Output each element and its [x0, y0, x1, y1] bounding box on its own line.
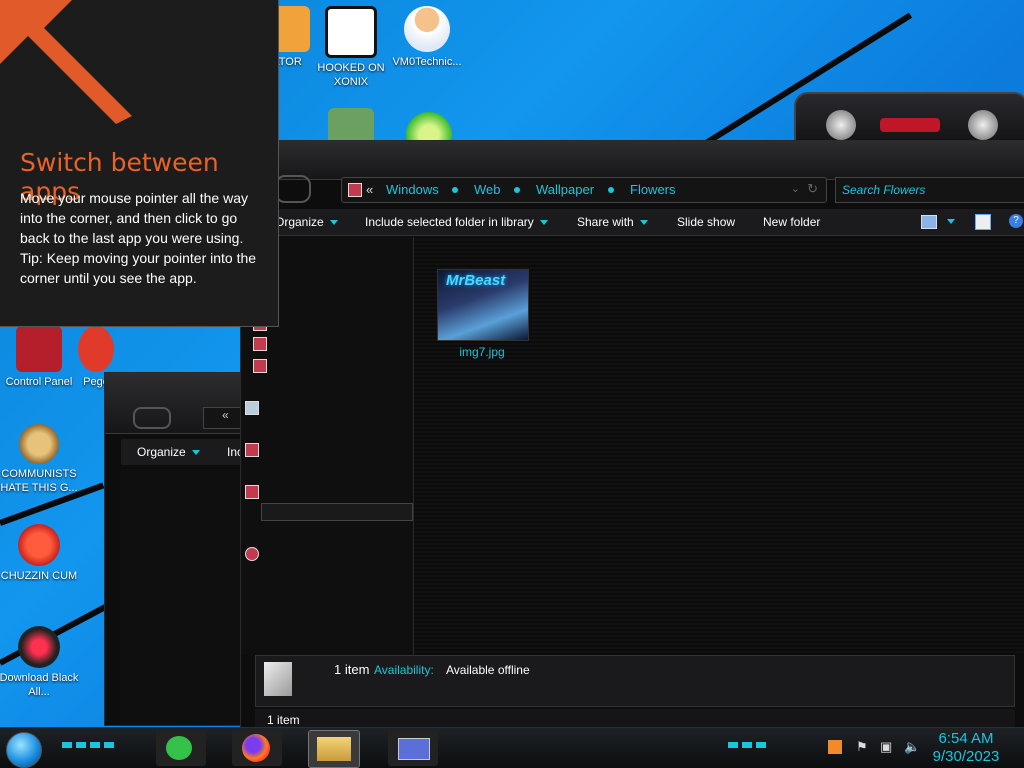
date: 9/30/2023: [932, 748, 1000, 765]
file-thumbnail[interactable]: MrBeast: [437, 269, 529, 341]
breadcrumb-windows[interactable]: Windows: [386, 182, 439, 197]
desktop-icon-communists[interactable]: COMMUNISTS HATE THIS G...: [0, 424, 82, 495]
file-type-icon: [264, 662, 292, 696]
command-bar: Organize Include selected folder in libr…: [241, 209, 1024, 236]
taskbar: ⚑ ▣ 🔈 6:54 AM 9/30/2023: [0, 727, 1024, 768]
organize-button[interactable]: Organize: [137, 445, 200, 459]
control-panel-icon: [16, 326, 62, 372]
desktop-icon-chuzzin[interactable]: CHUZZIN CUM: [0, 524, 82, 583]
taskbar-app-window[interactable]: [388, 730, 438, 766]
alien-icon: [18, 626, 60, 668]
switch-apps-tip: Switch between apps Move your mouse poin…: [0, 0, 279, 327]
game-icon: [325, 6, 377, 58]
network-icon[interactable]: [245, 547, 259, 561]
doctor-icon: [404, 6, 450, 52]
preview-pane-icon[interactable]: [975, 214, 991, 230]
parrot-icon: [78, 326, 114, 372]
explorer-window-back[interactable]: « Organize Inc: [104, 372, 265, 726]
nav-item-icon[interactable]: [253, 359, 267, 373]
homegroup-icon[interactable]: [245, 401, 259, 415]
title-bar[interactable]: [241, 141, 1024, 180]
taskbar-deco: [728, 742, 770, 748]
desktop-icon-download-black[interactable]: Download Black All...: [0, 626, 82, 699]
breadcrumb-separator-icon[interactable]: [514, 187, 520, 193]
window-icon: [398, 738, 430, 760]
tip-body: Move your mouse pointer all the way into…: [20, 190, 257, 286]
file-name[interactable]: img7.jpg: [437, 345, 527, 359]
share-with-button[interactable]: Share with: [577, 215, 648, 229]
dropdown-arrow-icon: [191, 450, 200, 456]
desktop-icon-control-panel[interactable]: Control Panel: [0, 326, 82, 389]
time: 6:54 AM: [938, 730, 994, 747]
help-icon[interactable]: ?: [1009, 214, 1023, 228]
breadcrumb-separator-icon[interactable]: [608, 187, 614, 193]
chuzzle-icon: [18, 524, 60, 566]
view-dropdown-icon[interactable]: [947, 219, 955, 224]
include-in-library-button[interactable]: Include selected folder in library: [365, 215, 548, 229]
command-bar: Organize Inc: [121, 439, 243, 465]
item-count: 1 item: [334, 662, 370, 677]
nav-item-icon[interactable]: [253, 337, 267, 351]
breadcrumb-flowers[interactable]: Flowers: [630, 182, 676, 197]
taskbar-deco: [62, 742, 116, 748]
dropdown-arrow-icon: [539, 220, 548, 226]
volume-icon[interactable]: 🔈: [904, 740, 920, 754]
breadcrumb-wallpaper[interactable]: Wallpaper: [536, 182, 594, 197]
back-forward-icon[interactable]: [275, 175, 311, 203]
breadcrumb-separator-icon[interactable]: [452, 187, 458, 193]
firefox-icon: [242, 734, 270, 762]
money-bag-icon: [19, 424, 59, 464]
details-pane: 1 item Availability: Available offline: [255, 655, 1015, 707]
nav-item-selected[interactable]: [261, 503, 413, 521]
corner-arrow-icon: [0, 0, 132, 124]
dropdown-arrow-icon: [329, 220, 338, 226]
availability-label: Availability:: [374, 663, 434, 677]
file-list[interactable]: MrBeast img7.jpg: [415, 237, 1024, 655]
explorer-window[interactable]: « Windows Web Wallpaper Flowers ⌄ ↻ Sear…: [240, 140, 1024, 732]
folder-icon: [348, 183, 362, 197]
title-bar[interactable]: «: [105, 373, 265, 434]
flag-icon[interactable]: ⚑: [856, 740, 870, 754]
start-button[interactable]: [6, 732, 42, 768]
availability-value: Available offline: [446, 663, 530, 677]
taskbar-app-messages[interactable]: [156, 730, 206, 766]
new-folder-button[interactable]: New folder: [763, 215, 820, 229]
alien-head-icon: [968, 110, 998, 140]
breadcrumb-web[interactable]: Web: [474, 182, 501, 197]
folder-icon: [317, 737, 351, 761]
desktop-icon-vm0technic[interactable]: VM0Technic...: [384, 6, 470, 69]
alien-head-icon: [826, 110, 856, 140]
drive-icon[interactable]: [245, 485, 259, 499]
gadget-display: [880, 118, 940, 132]
address-bar[interactable]: « Windows Web Wallpaper Flowers ⌄ ↻: [341, 177, 827, 203]
view-options-icon[interactable]: [921, 215, 937, 229]
computer-icon[interactable]: [245, 443, 259, 457]
desktop-icon-hooked-on-xonix[interactable]: HOOKED ON XONIX: [308, 6, 394, 89]
back-forward-icon[interactable]: [133, 407, 171, 429]
organize-button[interactable]: Organize: [275, 215, 338, 229]
tray-app-icon[interactable]: [828, 740, 842, 754]
taskbar-app-firefox[interactable]: [232, 730, 282, 766]
clock[interactable]: 6:54 AM 9/30/2023: [926, 730, 1006, 766]
navigation-pane[interactable]: [121, 469, 243, 725]
address-dropdown-icon[interactable]: ⌄: [791, 182, 800, 195]
search-input[interactable]: Search Flowers: [835, 177, 1024, 203]
dropdown-arrow-icon: [639, 220, 648, 226]
taskbar-app-explorer[interactable]: [308, 730, 360, 768]
chat-icon: [166, 736, 192, 760]
slide-show-button[interactable]: Slide show: [677, 215, 735, 229]
refresh-icon[interactable]: ↻: [807, 181, 818, 197]
network-icon[interactable]: ▣: [880, 740, 894, 754]
